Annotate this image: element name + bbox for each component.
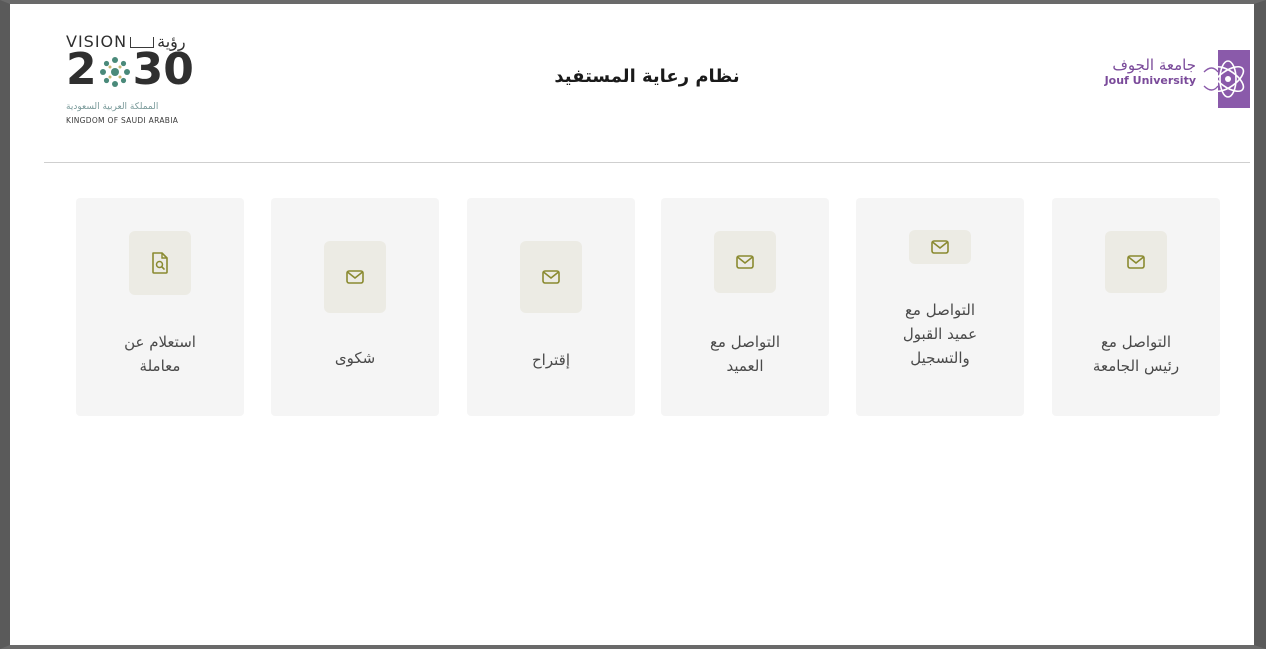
envelope-icon <box>736 255 754 269</box>
card-label-line: التواصل مع <box>904 301 976 319</box>
card-suggestion[interactable]: إقتراح <box>467 198 635 416</box>
card-label: إقتراح <box>467 348 635 372</box>
university-emblem-icon <box>1203 50 1250 108</box>
service-cards: التواصل مع رئيس الجامعة التواصل مع عميد … <box>76 198 1220 416</box>
card-label-line: رئيس الجامعة <box>1092 357 1180 375</box>
card-label-line: التواصل مع <box>709 333 781 351</box>
card-icon-box <box>129 231 191 295</box>
card-label-line: والتسجيل <box>910 349 970 367</box>
page-title: نظام رعاية المستفيد <box>554 66 740 87</box>
card-label-line: استعلام عن <box>124 333 196 351</box>
university-logo[interactable]: جامعة الجوف Jouf University <box>1080 44 1250 120</box>
vision-arabic-country: المملكة العربية السعودية <box>66 102 159 112</box>
card-label-line: العميد <box>726 357 764 375</box>
vision-english-country: KINGDOM OF SAUDI ARABIA <box>66 116 179 125</box>
card-complaint[interactable]: شكوى <box>271 198 439 416</box>
university-logo-text: جامعة الجوف Jouf University <box>1105 56 1196 87</box>
card-icon-box <box>520 241 582 313</box>
envelope-icon <box>1127 255 1145 269</box>
envelope-icon <box>542 270 560 284</box>
card-label: التواصل مع عميد القبول والتسجيل <box>856 298 1024 370</box>
card-contact-president[interactable]: التواصل مع رئيس الجامعة <box>1052 198 1220 416</box>
page-header: VISION رؤية 2 30 المملكة العربية السعودي… <box>44 24 1250 163</box>
card-label: استعلام عن معاملة <box>76 330 244 378</box>
envelope-icon <box>931 240 949 254</box>
card-label: شكوى <box>271 346 439 370</box>
card-icon-box <box>324 241 386 313</box>
university-name-en: Jouf University <box>1104 74 1196 87</box>
card-icon-box <box>714 231 776 293</box>
card-icon-box <box>909 230 971 264</box>
university-name-ar: جامعة الجوف <box>1112 56 1196 74</box>
envelope-icon <box>346 270 364 284</box>
card-label-line: شكوى <box>334 349 376 367</box>
card-contact-dean[interactable]: التواصل مع العميد <box>661 198 829 416</box>
document-search-icon <box>152 252 168 274</box>
card-label-line: معاملة <box>139 357 181 375</box>
card-label-line: التواصل مع <box>1100 333 1172 351</box>
card-label-line: عميد القبول <box>902 325 978 343</box>
card-contact-admission-dean[interactable]: التواصل مع عميد القبول والتسجيل <box>856 198 1024 416</box>
card-label-line: إقتراح <box>532 351 570 369</box>
browser-frame: VISION رؤية 2 30 المملكة العربية السعودي… <box>0 0 1266 649</box>
card-icon-box <box>1105 231 1167 293</box>
vision-2030-logo: VISION رؤية 2 30 المملكة العربية السعودي… <box>66 32 226 142</box>
card-label: التواصل مع العميد <box>661 330 829 378</box>
card-transaction-inquiry[interactable]: استعلام عن معاملة <box>76 198 244 416</box>
card-label: التواصل مع رئيس الجامعة <box>1052 330 1220 378</box>
